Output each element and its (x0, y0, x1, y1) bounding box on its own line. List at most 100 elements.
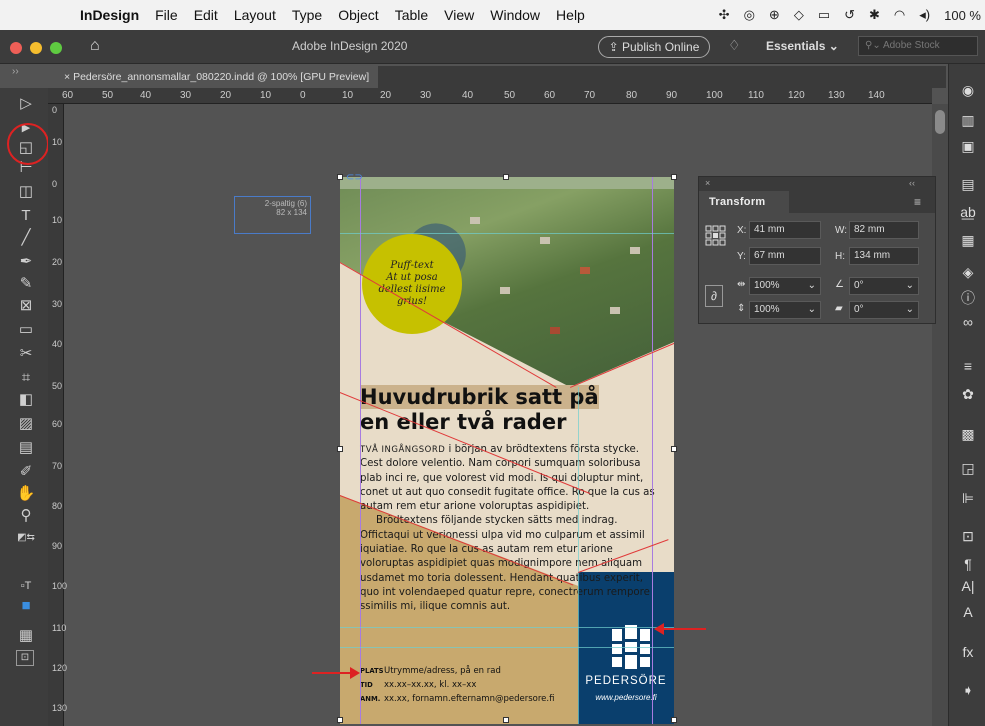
collapse-panel-icon[interactable]: ‹‹ (909, 178, 915, 188)
vpn-icon[interactable]: ⊕ (769, 7, 780, 23)
tab-transform[interactable]: Transform (699, 191, 789, 213)
link-icon[interactable]: ⊂⊃ (346, 172, 363, 183)
body-text-frame[interactable]: TVÅ INGÅNGSORD i början av brödtextens f… (360, 443, 656, 615)
home-icon[interactable]: ⌂ (90, 37, 100, 55)
x-field[interactable]: 41 mm (749, 221, 821, 239)
selection-handle[interactable] (671, 446, 677, 452)
airplay-icon[interactable]: ▭ (818, 7, 830, 23)
stroke-icon[interactable]: ≡ (957, 358, 979, 378)
info-icon[interactable]: ⓘ (957, 288, 979, 308)
content-collector-tool-icon[interactable]: ◫ (16, 182, 36, 202)
menu-type[interactable]: Type (292, 7, 322, 23)
h-field[interactable]: 134 mm (849, 247, 919, 265)
selection-handle[interactable] (337, 446, 343, 452)
effects-icon[interactable]: fx (957, 644, 979, 664)
y-field[interactable]: 67 mm (749, 247, 821, 265)
table-styles-icon[interactable]: ▦ (957, 232, 979, 252)
dropbox-icon[interactable]: ✣ (719, 7, 730, 23)
zoom-tool-icon[interactable]: ⚲ (16, 506, 36, 526)
scale-y-field[interactable]: 100% ⌄ (749, 301, 821, 319)
app-name-menu[interactable]: InDesign (80, 7, 139, 23)
zoom-window-button[interactable] (50, 42, 62, 54)
ad-page[interactable]: Puff-text At ut posa dellest iisime griu… (340, 177, 674, 724)
apply-color-icon[interactable]: ▦ (16, 626, 36, 646)
volume-icon[interactable]: ◂) (919, 7, 930, 23)
character-styles-icon[interactable]: A (957, 604, 979, 624)
w-field[interactable]: 82 mm (849, 221, 919, 239)
menu-edit[interactable]: Edit (194, 7, 218, 23)
scissors-tool-icon[interactable]: ✂ (16, 344, 36, 364)
swatches-icon[interactable]: ✿ (957, 386, 979, 406)
spelling-icon[interactable]: a͟b (957, 204, 979, 224)
publish-online-button[interactable]: ⇪ Publish Online (598, 36, 710, 58)
pages-icon[interactable]: ▥ (957, 112, 979, 132)
hand-tool-icon[interactable]: ✋ (16, 484, 36, 504)
horizontal-ruler[interactable]: 60 50 40 30 20 10 0 10 20 30 40 50 60 70… (48, 88, 932, 104)
eyedropper-tool-icon[interactable]: ✐ (16, 462, 36, 482)
selection-handle[interactable] (671, 717, 677, 723)
paragraph-icon[interactable]: ¶ (957, 556, 979, 576)
selection-handle[interactable] (337, 174, 343, 180)
cc-libraries-icon[interactable]: ▣ (957, 138, 979, 158)
pathfinder-icon[interactable]: ◲ (957, 460, 979, 480)
minimize-window-button[interactable] (30, 42, 42, 54)
panel-menu-icon[interactable]: ≡ (914, 195, 921, 209)
rectangle-tool-icon[interactable]: ▭ (16, 320, 36, 340)
formatting-affects-icon[interactable]: ▫T (16, 576, 36, 596)
line-tool-icon[interactable]: ╱ (16, 228, 36, 248)
links-icon[interactable]: ∞ (957, 314, 979, 334)
selection-handle[interactable] (503, 717, 509, 723)
panel-header[interactable]: × ‹‹ (699, 177, 935, 191)
gradient-feather-tool-icon[interactable]: ▨ (16, 414, 36, 434)
menu-file[interactable]: File (155, 7, 178, 23)
close-panel-icon[interactable]: × (705, 178, 710, 188)
vertical-ruler[interactable]: 0 10 0 10 20 30 40 50 60 70 80 90 100 11… (48, 104, 67, 726)
document-tab[interactable]: × Pedersöre_annonsmallar_080220.indd @ 1… (56, 66, 378, 88)
rotate-field[interactable]: 0° ⌄ (849, 277, 919, 295)
interactive-icon[interactable]: ➧ (957, 682, 979, 702)
close-window-button[interactable] (10, 42, 22, 54)
color-icon[interactable]: ▩ (957, 426, 979, 446)
ad-headline[interactable]: Huvudrubrik satt på en eller två rader (360, 385, 599, 435)
selection-handle[interactable] (337, 717, 343, 723)
properties-icon[interactable]: ◉ (957, 82, 979, 102)
align-icon[interactable]: ⊫ (957, 490, 979, 510)
bluetooth-icon[interactable]: ✱ (869, 7, 880, 23)
rectangle-frame-tool-icon[interactable]: ⊠ (16, 296, 36, 316)
screen-mode-icon[interactable]: ⊡ (16, 650, 34, 666)
adobe-stock-search[interactable]: ⚲⌄ Adobe Stock (858, 36, 978, 56)
event-info[interactable]: PLATSUtrymme/adress, på en rad TID xx.xx–… (360, 664, 554, 706)
text-wrap-icon[interactable]: ⊡ (957, 528, 979, 548)
gradient-swatch-tool-icon[interactable]: ◧ (16, 390, 36, 410)
note-tool-icon[interactable]: ▤ (16, 438, 36, 458)
menu-layout[interactable]: Layout (234, 7, 276, 23)
collapse-panels-icon[interactable]: ›› (12, 66, 19, 77)
constrain-proportions-icon[interactable]: ∂ (705, 285, 723, 307)
lightbulb-icon[interactable]: ♢ (728, 37, 741, 54)
selection-handle[interactable] (671, 174, 677, 180)
menu-table[interactable]: Table (395, 7, 428, 23)
menu-help[interactable]: Help (556, 7, 585, 23)
wifi-icon[interactable]: ◠ (894, 7, 905, 23)
pencil-tool-icon[interactable]: ✎ (16, 274, 36, 294)
workspace-switcher[interactable]: Essentials ⌄ (766, 39, 839, 53)
free-transform-tool-icon[interactable]: ⌗ (16, 368, 36, 388)
default-colors-icon[interactable]: ◩⇆ (16, 528, 36, 548)
selection-tool-icon[interactable]: ▷ (16, 94, 36, 114)
pasteboard-frame[interactable]: 2-spaltig (6) 82 x 134 (234, 196, 311, 234)
scrollbar-thumb[interactable] (935, 110, 945, 134)
scale-x-field[interactable]: 100% ⌄ (749, 277, 821, 295)
timemachine-icon[interactable]: ↺ (844, 7, 855, 23)
reference-point-icon[interactable] (705, 225, 727, 247)
pen-tool-icon[interactable]: ✒ (16, 252, 36, 272)
shear-field[interactable]: 0° ⌄ (849, 301, 919, 319)
paragraph-styles-icon[interactable]: ▤ (957, 176, 979, 196)
drive-icon[interactable]: ◇ (794, 7, 804, 23)
menu-object[interactable]: Object (338, 7, 378, 23)
layers-icon[interactable]: ◈ (957, 264, 979, 284)
type-tool-icon[interactable]: T (16, 206, 36, 226)
selection-handle[interactable] (503, 174, 509, 180)
menu-view[interactable]: View (444, 7, 474, 23)
status-icon[interactable]: ◎ (744, 7, 755, 23)
close-tab-icon[interactable]: × (64, 71, 73, 83)
